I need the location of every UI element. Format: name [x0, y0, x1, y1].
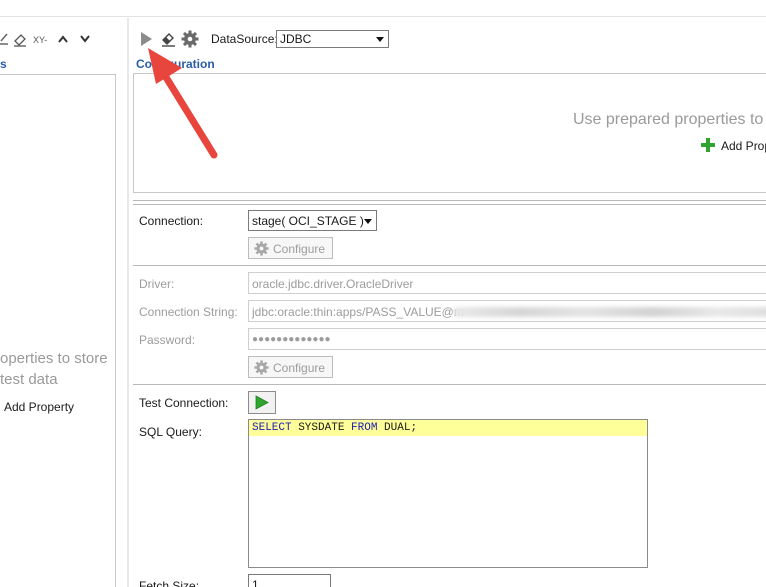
configure-password-button[interactable]: Configure [248, 356, 333, 378]
section-divider [133, 384, 766, 385]
fetch-size-value: 1 [252, 578, 259, 587]
configuration-hint: Use prepared properties to [573, 111, 764, 128]
redacted-blur [454, 307, 766, 317]
chevron-down-icon [376, 37, 384, 42]
sql-query-label: SQL Query: [139, 425, 202, 439]
annotation-arrow [148, 48, 218, 159]
move-down-icon[interactable] [80, 35, 90, 43]
properties-heading: s [0, 57, 7, 71]
gear-icon [254, 241, 269, 256]
pencil-icon[interactable] [0, 32, 10, 46]
driver-value: oracle.jdbc.driver.OracleDriver [252, 277, 414, 291]
plus-icon[interactable] [701, 138, 715, 152]
datasource-value: JDBC [280, 32, 312, 46]
fetch-size-input[interactable]: 1 [248, 574, 331, 587]
play-icon [255, 395, 269, 410]
section-divider [133, 200, 766, 201]
connection-string-value: jdbc:oracle:thin:apps/PASS_VALUE@m [252, 305, 464, 319]
window-top-strip [0, 0, 766, 17]
panel-splitter[interactable] [127, 18, 129, 587]
connection-value: stage( OCI_STAGE ) [252, 214, 364, 228]
connection-string-label: Connection String: [139, 305, 238, 319]
properties-hint-line2: test data [0, 371, 58, 388]
section-divider [133, 204, 766, 205]
connection-string-field: jdbc:oracle:thin:apps/PASS_VALUE@m [248, 300, 766, 322]
driver-label: Driver: [139, 277, 175, 291]
test-connection-button[interactable] [248, 391, 276, 414]
properties-hint-line1: operties to store [0, 350, 108, 367]
sql-query-editor[interactable]: SELECT SYSDATE FROM DUAL; [248, 419, 648, 568]
password-field: ●●●●●●●●●●●●● [248, 328, 766, 350]
configure-label: Configure [273, 361, 326, 375]
gear-icon [254, 360, 269, 375]
chevron-down-icon [364, 219, 372, 224]
driver-field: oracle.jdbc.driver.OracleDriver [248, 272, 766, 294]
eraser-icon[interactable] [12, 33, 28, 47]
properties-list[interactable] [0, 74, 116, 587]
connection-label: Connection: [139, 214, 204, 228]
move-up-icon[interactable] [58, 35, 68, 43]
sql-query-text: SELECT SYSDATE FROM DUAL; [252, 422, 418, 434]
configuration-add-property-link[interactable]: Add Prop [721, 139, 766, 153]
password-value: ●●●●●●●●●●●●● [252, 334, 331, 345]
password-label: Password: [139, 333, 196, 347]
sort-xy-icon[interactable]: XY- [33, 33, 47, 47]
datasource-select[interactable]: JDBC [276, 30, 389, 48]
configure-connection-button[interactable]: Configure [248, 237, 333, 259]
connection-select[interactable]: stage( OCI_STAGE ) [248, 210, 377, 231]
configure-label: Configure [273, 242, 326, 256]
section-divider [133, 265, 766, 266]
add-property-link[interactable]: Add Property [4, 400, 74, 414]
test-connection-label: Test Connection: [139, 396, 229, 410]
fetch-size-label: Fetch Size: [139, 579, 200, 587]
